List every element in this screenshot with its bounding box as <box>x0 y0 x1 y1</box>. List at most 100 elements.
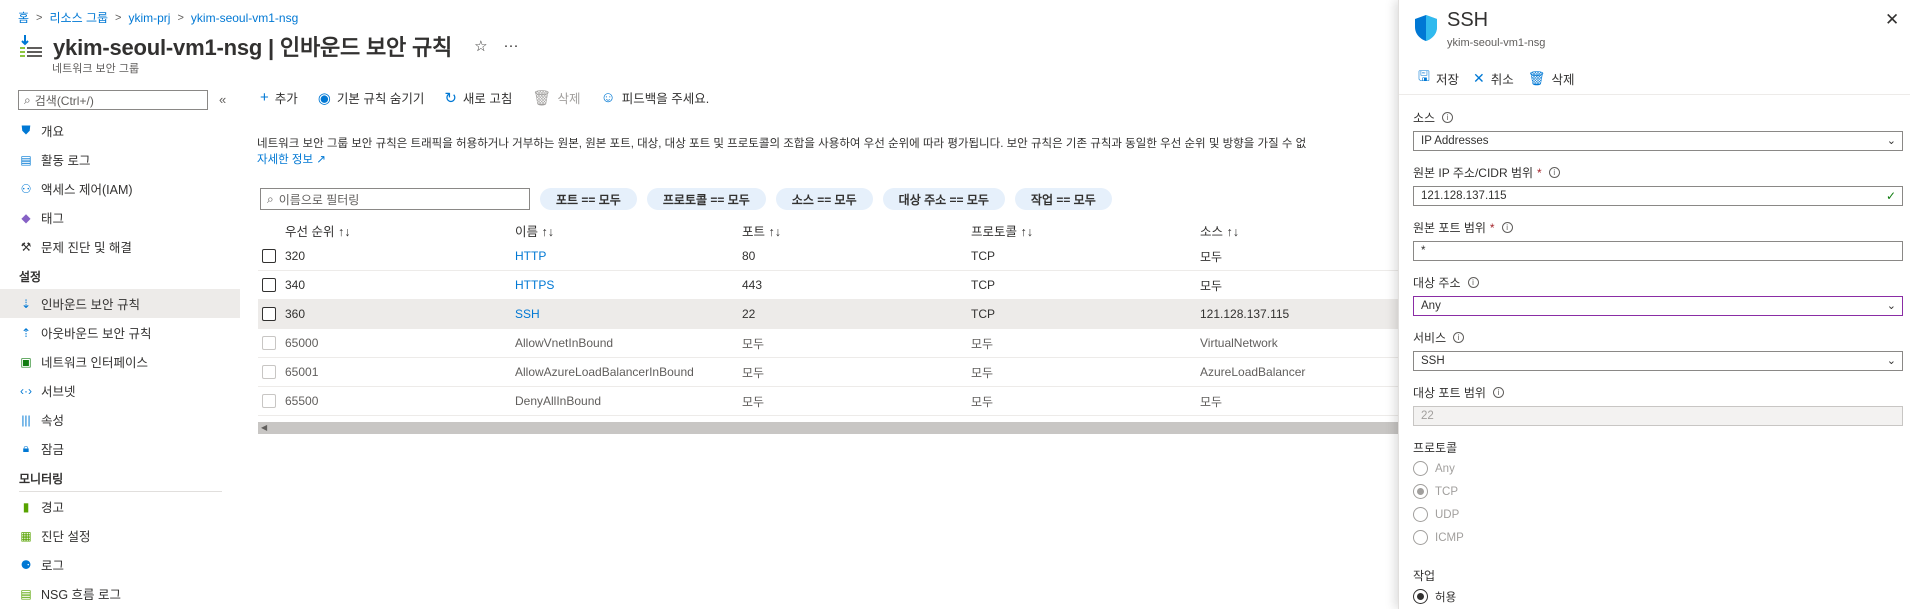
page-header: ykim-seoul-vm1-nsg | 인바운드 보안 규칙 ☆ ··· <box>18 30 519 62</box>
breadcrumb-resource-group[interactable]: ykim-prj <box>128 11 170 25</box>
column-header-priority[interactable]: 우선 순위 ↑↓ <box>285 221 515 240</box>
column-header-port[interactable]: 포트 ↑↓ <box>742 221 971 240</box>
logs-icon: ⚈ <box>20 557 32 572</box>
rule-link[interactable]: HTTPS <box>515 278 742 292</box>
sidebar-item-alerts[interactable]: ▮ 경고 <box>0 492 240 521</box>
subnet-icon: ‹·› <box>20 383 32 398</box>
sidebar-item-iam[interactable]: ⚇ 액세스 제어(IAM) <box>0 174 240 203</box>
filter-pill-port[interactable]: 포트 == 모두 <box>540 188 637 210</box>
horizontal-scrollbar[interactable]: ◀ <box>258 422 1398 434</box>
source-port-input[interactable]: * <box>1413 241 1903 261</box>
sidebar-item-overview[interactable]: ⛊ 개요 <box>0 116 240 145</box>
sidebar-item-diagnose[interactable]: ⚒ 문제 진단 및 해결 <box>0 232 240 261</box>
table-row[interactable]: 340 HTTPS 443 TCP 모두 <box>258 271 1398 300</box>
shield-icon: ⛊ <box>21 123 31 137</box>
sidebar-item-flow-logs[interactable]: ▤ NSG 흐름 로그 <box>0 579 240 608</box>
breadcrumb-home[interactable]: 홈 <box>18 9 29 26</box>
protocol-option-udp: UDP <box>1413 503 1464 526</box>
collapse-sidebar-icon[interactable]: « <box>219 92 226 107</box>
sidebar-item-tags[interactable]: ◆ 태그 <box>0 203 240 232</box>
learn-more-link[interactable]: 자세한 정보 ↗ <box>257 151 326 167</box>
info-icon[interactable]: i <box>1548 167 1560 178</box>
scroll-left-icon[interactable]: ◀ <box>261 423 267 432</box>
column-header-name[interactable]: 이름 ↑↓ <box>515 221 742 240</box>
chevron-down-icon: ⌄ <box>1886 355 1896 367</box>
info-icon[interactable]: i <box>1453 332 1465 343</box>
breadcrumb-resource-groups[interactable]: 리소스 그룹 <box>49 9 108 26</box>
feedback-button[interactable]: ☺ 피드백을 주세요. <box>600 88 709 107</box>
name-filter-input[interactable]: ⌕ 이름으로 필터링 <box>260 188 530 210</box>
page-subtitle: 네트워크 보안 그룹 <box>52 63 140 75</box>
delete-button[interactable]: 🗑︎ 삭제 <box>532 88 580 107</box>
source-field: 소스 i IP Addresses ⌄ <box>1413 110 1903 151</box>
column-header-source[interactable]: 소스 ↑↓ <box>1200 221 1398 240</box>
close-icon[interactable]: ✕ <box>1885 10 1899 30</box>
info-icon[interactable]: i <box>1501 222 1513 233</box>
info-icon[interactable]: i <box>1467 277 1479 288</box>
protocol-label: 프로토콜 <box>1413 441 1458 455</box>
sidebar-item-inbound-rules[interactable]: ⇣ 인바운드 보안 규칙 <box>0 289 240 318</box>
save-button[interactable]: 🖫 저장 <box>1418 66 1459 90</box>
chevron-down-icon: ⌄ <box>1886 300 1896 312</box>
column-header-protocol[interactable]: 프로토콜 ↑↓ <box>971 221 1200 240</box>
table-row[interactable]: 360 SSH 22 TCP 121.128.137.115 <box>258 300 1398 329</box>
row-checkbox[interactable] <box>262 278 276 292</box>
service-dropdown[interactable]: SSH ⌄ <box>1413 351 1903 371</box>
table-row[interactable]: 320 HTTP 80 TCP 모두 <box>258 242 1398 271</box>
star-icon[interactable]: ☆ <box>474 37 487 55</box>
add-button[interactable]: + 추가 <box>260 88 298 107</box>
radio-icon <box>1413 461 1428 476</box>
cancel-button[interactable]: ✕ 취소 <box>1473 66 1514 90</box>
filter-pill-destination[interactable]: 대상 주소 == 모두 <box>882 188 1005 210</box>
filter-pill-source[interactable]: 소스 == 모두 <box>775 188 873 210</box>
page-title: ykim-seoul-vm1-nsg | 인바운드 보안 규칙 <box>53 35 453 60</box>
diagnostic-icon: ▦ <box>20 528 32 543</box>
chevron-right-icon: > <box>36 11 43 24</box>
edit-rule-panel: SSH ykim-seoul-vm1-nsg ✕ 🖫 저장 ✕ 취소 🗑︎ 삭제… <box>1398 0 1910 609</box>
action-label: 작업 <box>1413 569 1436 583</box>
wrench-icon: ⚒ <box>20 239 32 254</box>
ellipsis-icon[interactable]: ··· <box>504 37 519 55</box>
sidebar-item-logs[interactable]: ⚈ 로그 <box>0 550 240 579</box>
row-checkbox <box>262 365 276 379</box>
destination-port-field: 대상 포트 범위 i 22 <box>1413 385 1903 426</box>
refresh-button[interactable]: ↻ 새로 고침 <box>444 88 512 107</box>
sidebar-item-activity-log[interactable]: ▤ 활동 로그 <box>0 145 240 174</box>
sidebar-item-properties[interactable]: ||| 속성 <box>0 405 240 434</box>
destination-field: 대상 주소 i Any ⌄ <box>1413 275 1903 316</box>
sidebar-item-subnets[interactable]: ‹·› 서브넷 <box>0 376 240 405</box>
row-checkbox[interactable] <box>262 249 276 263</box>
breadcrumb: 홈 > 리소스 그룹 > ykim-prj > ykim-seoul-vm1-n… <box>18 9 298 26</box>
shield-icon <box>1415 15 1437 41</box>
row-checkbox[interactable] <box>262 307 276 321</box>
protocol-radio-group: 프로토콜 Any TCP UDP ICMP <box>1413 439 1464 549</box>
sidebar-section-settings: 설정 <box>19 270 42 284</box>
action-option-allow[interactable]: 허용 <box>1413 585 1456 608</box>
info-icon[interactable]: i <box>1442 112 1454 123</box>
destination-dropdown[interactable]: Any ⌄ <box>1413 296 1903 316</box>
info-icon[interactable]: i <box>1492 387 1504 398</box>
rule-link[interactable]: SSH <box>515 307 742 321</box>
breadcrumb-resource[interactable]: ykim-seoul-vm1-nsg <box>191 11 298 25</box>
source-ip-input[interactable]: 121.128.137.115 ✓ <box>1413 186 1903 206</box>
panel-divider <box>1399 94 1910 95</box>
table-row[interactable]: 65000 AllowVnetInBound 모두 모두 VirtualNetw… <box>258 329 1398 358</box>
inbound-icon: ⇣ <box>20 296 32 311</box>
sidebar-item-outbound-rules[interactable]: ⇡ 아웃바운드 보안 규칙 <box>0 318 240 347</box>
sidebar-search-input[interactable]: ⌕ 검색(Ctrl+/) <box>18 90 208 110</box>
sidebar-section-monitoring: 모니터링 <box>19 472 64 486</box>
filter-pill-action[interactable]: 작업 == 모두 <box>1014 188 1112 210</box>
table-row[interactable]: 65500 DenyAllInBound 모두 모두 모두 <box>258 387 1398 416</box>
sidebar-item-network-interfaces[interactable]: ▣ 네트워크 인터페이스 <box>0 347 240 376</box>
source-dropdown[interactable]: IP Addresses ⌄ <box>1413 131 1903 151</box>
lock-icon: 🔒︎ <box>22 441 30 455</box>
filter-pill-protocol[interactable]: 프로토콜 == 모두 <box>646 188 766 210</box>
refresh-icon: ↻ <box>444 89 457 107</box>
sidebar-item-diagnostic-settings[interactable]: ▦ 진단 설정 <box>0 521 240 550</box>
rule-link[interactable]: HTTP <box>515 249 742 263</box>
trash-icon: 🗑︎ <box>532 89 552 107</box>
hide-default-rules-button[interactable]: ◉ 기본 규칙 숨기기 <box>318 88 425 107</box>
table-row[interactable]: 65001 AllowAzureLoadBalancerInBound 모두 모… <box>258 358 1398 387</box>
sidebar-item-locks[interactable]: 🔒︎ 잠금 <box>0 434 240 463</box>
delete-rule-button[interactable]: 🗑︎ 삭제 <box>1528 66 1575 90</box>
